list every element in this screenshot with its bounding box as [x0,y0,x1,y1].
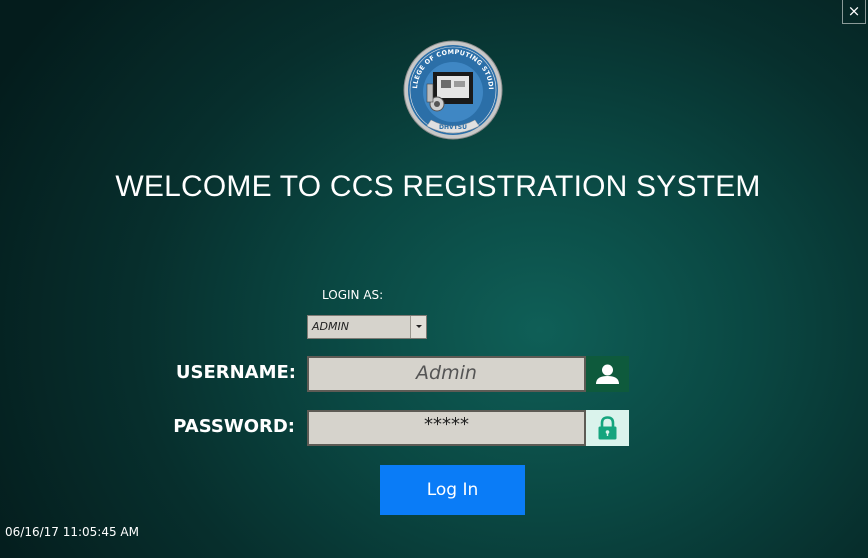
close-button[interactable]: × [842,0,866,24]
lock-icon [586,410,629,446]
role-dropdown[interactable]: ADMIN [307,315,427,339]
username-label: USERNAME: [175,362,296,383]
page-title: WELCOME TO CCS REGISTRATION SYSTEM [115,170,761,203]
login-as-label: LOGIN AS: [322,288,384,302]
login-button[interactable]: Log In [380,465,525,515]
password-input[interactable]: ***** [307,410,586,446]
user-icon [586,356,629,392]
password-label: PASSWORD: [173,416,295,437]
username-input[interactable]: Admin [307,356,586,392]
role-dropdown-value: ADMIN [312,320,349,333]
chevron-down-icon[interactable] [410,316,426,338]
timestamp: 06/16/17 11:05:45 AM [5,525,139,539]
svg-text:DHVTSU: DHVTSU [439,124,467,131]
ccs-seal-logo: COLLEGE OF COMPUTING STUDIES DHVTSU [401,40,503,140]
